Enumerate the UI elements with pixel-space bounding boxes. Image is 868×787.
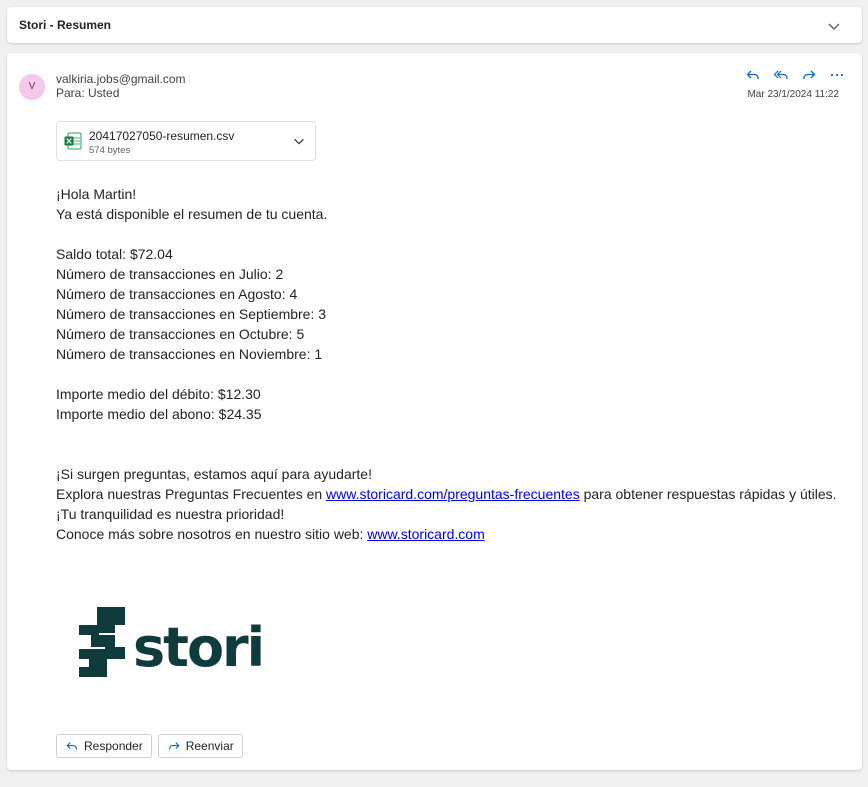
excel-file-icon bbox=[64, 132, 82, 150]
tx-octubre: Número de transacciones en Octubre: 5 bbox=[56, 326, 305, 342]
saldo-total: Saldo total: $72.04 bbox=[56, 246, 173, 262]
intro-text: Ya está disponible el resumen de tu cuen… bbox=[56, 206, 328, 222]
greeting: ¡Hola Martin! bbox=[56, 186, 137, 202]
site-link[interactable]: www.storicard.com bbox=[367, 526, 484, 542]
questions-text: ¡Si surgen preguntas, estamos aquí para … bbox=[56, 466, 372, 482]
reply-all-icon[interactable] bbox=[772, 66, 790, 84]
message-body: ¡Hola Martin! Ya está disponible el resu… bbox=[56, 184, 841, 544]
tx-agosto: Número de transacciones en Agosto: 4 bbox=[56, 286, 298, 302]
importe-abono: Importe medio del abono: $24.35 bbox=[56, 406, 262, 422]
forward-icon bbox=[168, 742, 180, 750]
stori-logo-icon: stori bbox=[79, 607, 265, 679]
reply-icon[interactable] bbox=[744, 66, 762, 84]
tx-septiembre: Número de transacciones en Septiembre: 3 bbox=[56, 306, 327, 322]
message-actions bbox=[744, 66, 846, 84]
stori-logo: stori bbox=[79, 607, 269, 682]
reply-button[interactable]: Responder bbox=[56, 734, 152, 758]
attachment-size: 574 bytes bbox=[89, 145, 131, 156]
reply-row: Responder Reenviar bbox=[56, 734, 243, 758]
site-paragraph: Conoce más sobre nosotros en nuestro sit… bbox=[56, 524, 841, 544]
site-prefix: Conoce más sobre nosotros en nuestro sit… bbox=[56, 526, 368, 542]
message-card: V valkiria.jobs@gmail.com Para: Usted Ma… bbox=[7, 53, 862, 770]
recipient-line: Para: Usted bbox=[56, 86, 120, 100]
subject-title: Stori - Resumen bbox=[19, 18, 112, 32]
forward-button[interactable]: Reenviar bbox=[157, 734, 243, 758]
stori-logo-text: stori bbox=[133, 616, 263, 677]
avatar[interactable]: V bbox=[19, 74, 45, 100]
attachment-name: 20417027050-resumen.csv bbox=[89, 129, 235, 143]
tx-julio: Número de transacciones en Julio: 2 bbox=[56, 266, 284, 282]
faq-prefix: Explora nuestras Preguntas Frecuentes en bbox=[56, 486, 327, 502]
reply-icon bbox=[66, 742, 77, 750]
more-icon[interactable] bbox=[828, 66, 846, 84]
chevron-down-icon[interactable] bbox=[826, 18, 842, 34]
attachment-card[interactable]: 20417027050-resumen.csv 574 bytes bbox=[56, 121, 316, 161]
faq-paragraph: Explora nuestras Preguntas Frecuentes en… bbox=[56, 484, 841, 524]
importe-debito: Importe medio del débito: $12.30 bbox=[56, 386, 261, 402]
chevron-down-icon[interactable] bbox=[292, 134, 306, 148]
tx-noviembre: Número de transacciones en Noviembre: 1 bbox=[56, 346, 323, 362]
forward-icon[interactable] bbox=[800, 66, 818, 84]
subject-bar: Stori - Resumen bbox=[7, 7, 862, 43]
reply-label: Responder bbox=[84, 739, 143, 753]
message-date: Mar 23/1/2024 11:22 bbox=[747, 89, 839, 100]
faq-link[interactable]: www.storicard.com/preguntas-frecuentes bbox=[326, 486, 580, 502]
forward-label: Reenviar bbox=[185, 739, 234, 753]
sender-email[interactable]: valkiria.jobs@gmail.com bbox=[56, 72, 186, 86]
